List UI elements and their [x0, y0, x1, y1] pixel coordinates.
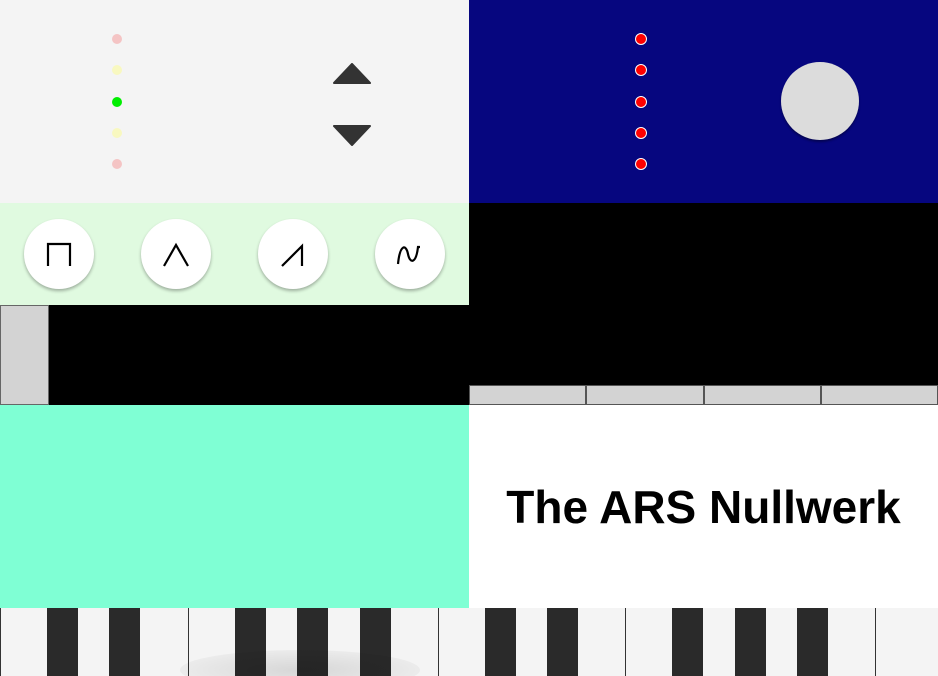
- black-key[interactable]: [735, 608, 766, 676]
- modulation-knob[interactable]: [781, 62, 859, 140]
- mod-led-2: [635, 64, 647, 76]
- segment-row: [469, 385, 938, 405]
- octave-led-1: [112, 34, 122, 44]
- mod-led-4: [635, 127, 647, 139]
- octave-panel: [0, 0, 469, 203]
- white-key[interactable]: [875, 608, 938, 676]
- sine-wave-icon: [396, 245, 420, 265]
- title-panel: The ARS Nullwerk: [469, 405, 938, 608]
- square-wave-button[interactable]: [24, 219, 94, 289]
- triangle-up-icon: [333, 63, 371, 84]
- segment-button-1[interactable]: [469, 385, 587, 405]
- black-key[interactable]: [547, 608, 578, 676]
- triangle-wave-button[interactable]: [141, 219, 211, 289]
- black-key[interactable]: [797, 608, 828, 676]
- octave-down-button[interactable]: [333, 124, 371, 146]
- octave-led-3: [112, 97, 122, 107]
- mod-led-5: [635, 158, 647, 170]
- xy-pad[interactable]: [0, 405, 469, 608]
- white-key[interactable]: [0, 608, 48, 676]
- display-area-left: [0, 305, 469, 405]
- triangle-down-icon: [333, 125, 371, 146]
- black-key[interactable]: [672, 608, 703, 676]
- black-key[interactable]: [47, 608, 78, 676]
- square-wave-icon: [46, 242, 72, 266]
- waveform-panel: [0, 203, 469, 305]
- segment-button-4[interactable]: [820, 385, 938, 405]
- vertical-slider[interactable]: [0, 305, 49, 405]
- mod-led-3: [635, 96, 647, 108]
- octave-led-4: [112, 128, 122, 138]
- segment-button-2[interactable]: [586, 385, 704, 405]
- app-title: The ARS Nullwerk: [506, 480, 901, 533]
- sawtooth-wave-icon: [281, 243, 304, 267]
- piano-keyboard: [0, 608, 938, 676]
- sawtooth-wave-button[interactable]: [258, 219, 328, 289]
- white-key[interactable]: [625, 608, 673, 676]
- synth-app: The ARS Nullwerk: [0, 0, 938, 676]
- display-area-right: [469, 203, 938, 385]
- segment-button-3[interactable]: [703, 385, 821, 405]
- modulation-panel: [469, 0, 938, 203]
- octave-led-2: [112, 65, 122, 75]
- black-key[interactable]: [109, 608, 140, 676]
- sine-wave-button[interactable]: [375, 219, 445, 289]
- black-key[interactable]: [485, 608, 516, 676]
- octave-up-button[interactable]: [333, 63, 371, 85]
- white-key[interactable]: [438, 608, 486, 676]
- mod-led-1: [635, 33, 647, 45]
- octave-led-5: [112, 159, 122, 169]
- triangle-wave-icon: [163, 242, 189, 267]
